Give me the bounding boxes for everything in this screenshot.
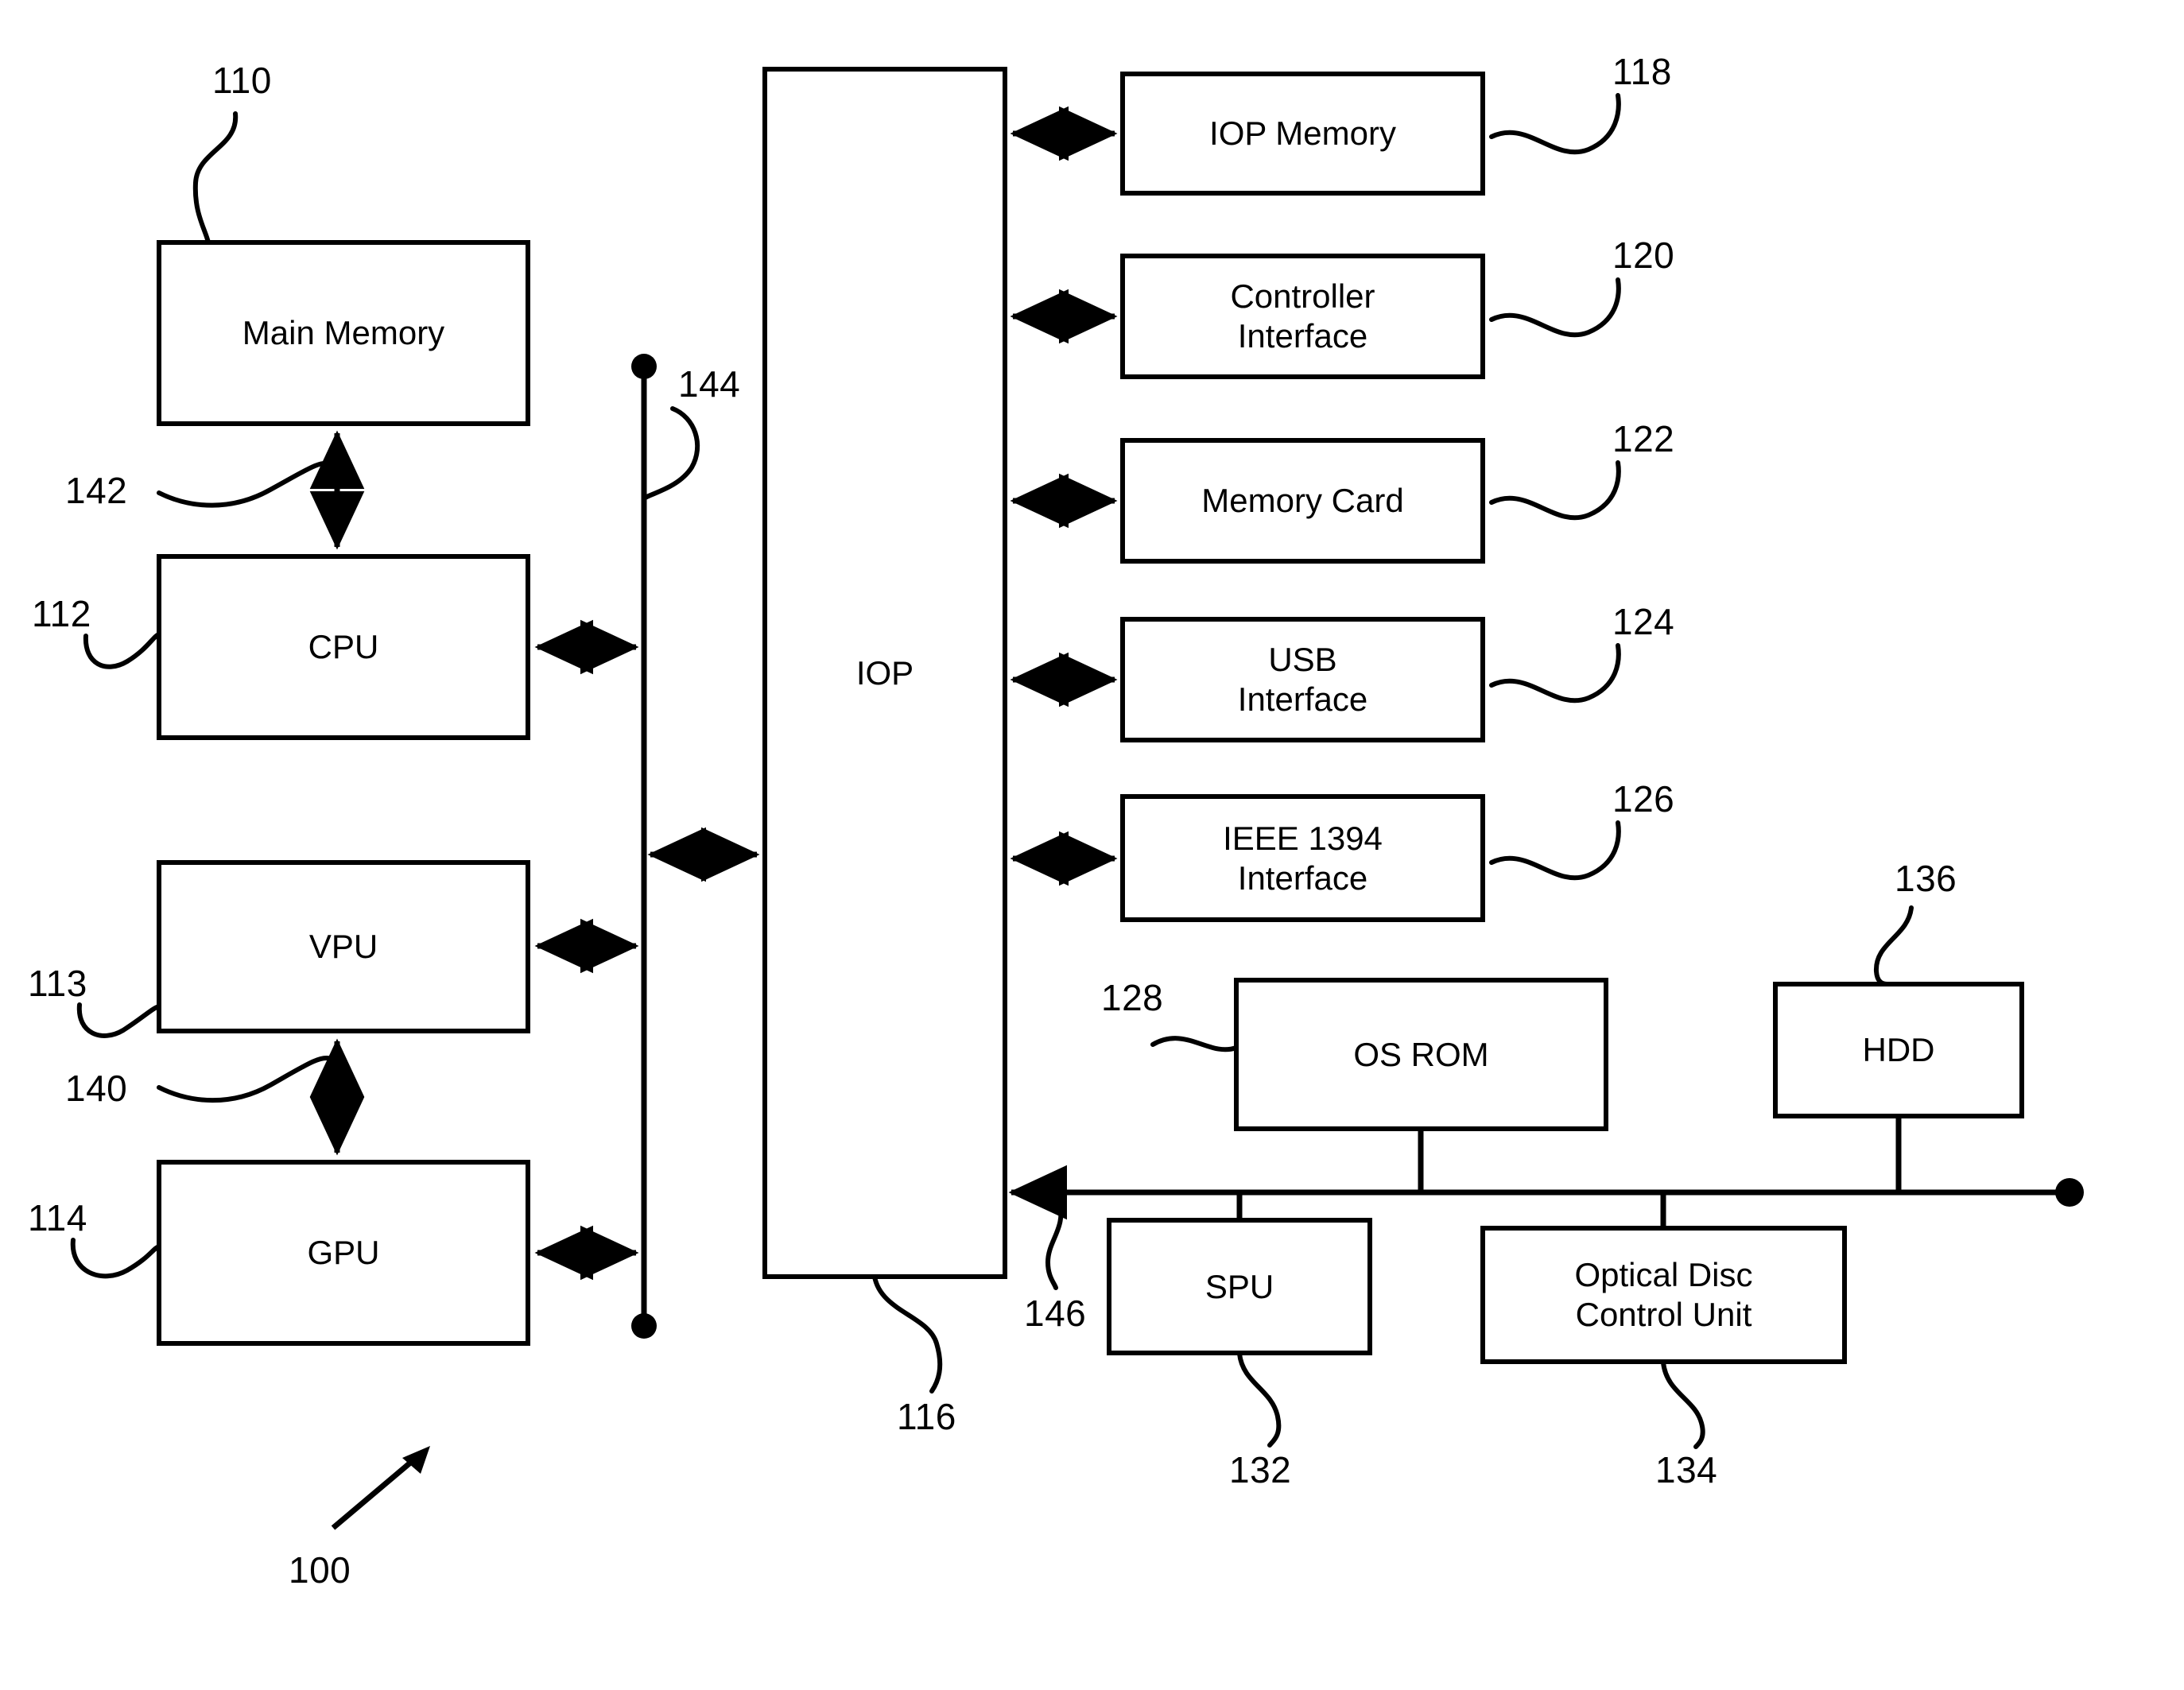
peripheral-bus-end-dot (2055, 1178, 2084, 1207)
leader-114 (70, 1238, 161, 1279)
main-bus-bottom-dot (631, 1313, 657, 1339)
leader-122 (1489, 460, 1621, 521)
reference-numeral-113: 113 (28, 963, 87, 1004)
leader-116 (872, 1274, 943, 1393)
leader-142 (157, 460, 333, 508)
block-rect-controller-interface (1120, 254, 1485, 379)
block-rect-gpu (157, 1160, 530, 1346)
reference-numeral-118: 118 (1612, 51, 1672, 92)
reference-numeral-144: 144 (678, 363, 741, 405)
reference-numeral-140: 140 (65, 1068, 128, 1109)
reference-numeral-120: 120 (1612, 235, 1675, 276)
leader-124 (1489, 643, 1621, 704)
leader-110 (192, 111, 239, 245)
leader-112 (83, 632, 161, 669)
reference-numeral-142: 142 (65, 470, 128, 511)
reference-numeral-100: 100 (289, 1549, 351, 1591)
block-rect-iop (762, 67, 1007, 1279)
block-rect-optical-disc-control-unit (1480, 1226, 1847, 1364)
block-rect-spu (1107, 1218, 1372, 1355)
block-rect-os-rom (1234, 978, 1608, 1131)
system-arrow-100 (331, 1446, 430, 1530)
reference-numeral-132: 132 (1229, 1449, 1292, 1490)
reference-numeral-126: 126 (1612, 778, 1675, 820)
leader-146 (1045, 1198, 1064, 1290)
block-rect-usb-interface (1120, 617, 1485, 742)
block-rect-hdd (1773, 982, 2024, 1118)
reference-numeral-134: 134 (1655, 1449, 1718, 1490)
reference-numeral-136: 136 (1895, 858, 1957, 899)
reference-numeral-114: 114 (28, 1197, 87, 1238)
block-rect-memory-card (1120, 438, 1485, 564)
reference-numeral-122: 122 (1612, 418, 1675, 459)
reference-numeral-116: 116 (897, 1396, 956, 1437)
reference-numeral-110: 110 (212, 60, 272, 101)
leader-118 (1489, 93, 1621, 155)
leader-134 (1661, 1360, 1705, 1449)
block-rect-cpu (157, 554, 530, 740)
diagram-canvas (70, 67, 2084, 1530)
block-rect-ieee-1394-interface (1120, 794, 1485, 922)
reference-numeral-124: 124 (1612, 601, 1675, 642)
leader-140 (157, 1056, 333, 1103)
reference-numeral-146: 146 (1024, 1293, 1087, 1334)
leader-128 (1150, 1036, 1239, 1052)
block-rect-main-memory (157, 240, 530, 426)
leader-144 (642, 406, 700, 502)
leader-132 (1237, 1351, 1282, 1448)
reference-numeral-128: 128 (1101, 977, 1164, 1018)
patent-figure: Main Memory CPU VPU GPU IOP IOP Memory C… (0, 0, 2184, 1690)
leader-136 (1873, 905, 1914, 986)
leader-113 (76, 1002, 161, 1038)
leader-120 (1489, 277, 1621, 338)
block-rect-vpu (157, 860, 530, 1033)
leader-126 (1489, 820, 1621, 881)
reference-numeral-112: 112 (32, 593, 91, 634)
block-rect-iop-memory (1120, 72, 1485, 196)
main-bus-top-dot (631, 354, 657, 379)
